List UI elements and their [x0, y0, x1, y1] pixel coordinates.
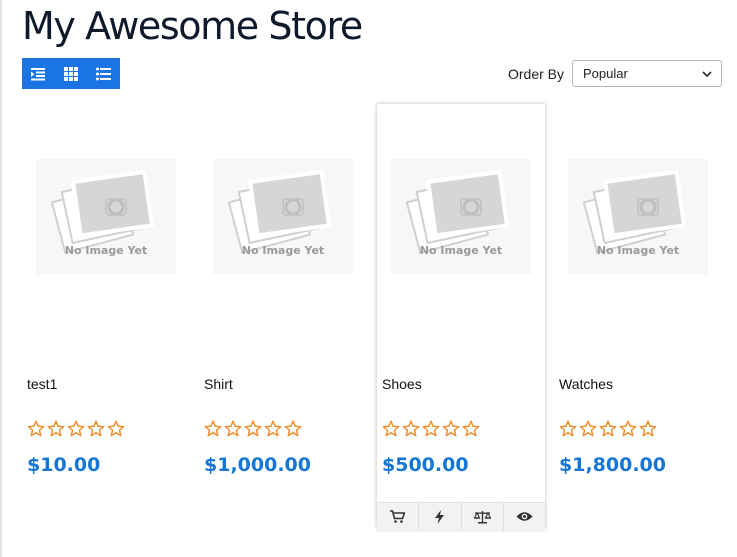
star-icon	[107, 420, 125, 442]
product-actions	[377, 502, 545, 530]
product-name[interactable]: Shirt	[204, 376, 233, 392]
no-image-text: No Image Yet	[242, 244, 324, 257]
product-image[interactable]: No Image Yet	[568, 159, 708, 274]
product-rating[interactable]	[382, 420, 480, 442]
quick-buy-button[interactable]	[418, 503, 460, 530]
star-icon	[47, 420, 65, 442]
product-rating[interactable]	[204, 420, 302, 442]
eye-icon	[516, 511, 533, 522]
bolt-icon	[435, 509, 445, 524]
order-by-control: Order By Popular	[508, 60, 722, 87]
star-icon	[204, 420, 222, 442]
product-card[interactable]: No Image Yet Shirt $1,000.00	[199, 104, 367, 529]
no-image-text: No Image Yet	[420, 244, 502, 257]
star-icon	[442, 420, 460, 442]
order-by-selected-value: Popular	[583, 66, 628, 81]
product-name[interactable]: Shoes	[382, 376, 422, 392]
product-image[interactable]: No Image Yet	[391, 159, 531, 274]
star-icon	[599, 420, 617, 442]
compare-button[interactable]	[460, 503, 503, 530]
store-title: My Awesome Store	[22, 4, 363, 48]
grid-view-button[interactable]	[58, 61, 84, 87]
star-icon	[27, 420, 45, 442]
product-rating[interactable]	[27, 420, 125, 442]
star-icon	[619, 420, 637, 442]
no-image-text: No Image Yet	[597, 244, 679, 257]
product-image[interactable]: No Image Yet	[213, 159, 353, 274]
star-icon	[639, 420, 657, 442]
product-card[interactable]: No Image Yet Shoes $500.00	[377, 104, 545, 530]
view-toggle-group	[22, 58, 120, 89]
product-price: $500.00	[382, 454, 469, 476]
no-image-text: No Image Yet	[65, 244, 147, 257]
product-card[interactable]: No Image Yet Watches $1,800.00	[554, 104, 722, 529]
product-name[interactable]: Watches	[559, 376, 613, 392]
product-rating[interactable]	[559, 420, 657, 442]
star-icon	[67, 420, 85, 442]
order-by-label: Order By	[507, 65, 564, 82]
product-card[interactable]: No Image Yet test1 $10.00	[22, 104, 190, 529]
order-by-select[interactable]: Popular	[572, 60, 722, 87]
star-icon	[462, 420, 480, 442]
star-icon	[264, 420, 282, 442]
star-icon	[579, 420, 597, 442]
cart-icon	[390, 510, 406, 523]
compare-scale-icon	[473, 510, 491, 524]
star-icon	[244, 420, 262, 442]
page-left-border	[0, 0, 2, 557]
chevron-down-icon	[702, 70, 712, 77]
add-to-cart-button[interactable]	[377, 503, 418, 530]
product-image[interactable]: No Image Yet	[36, 159, 176, 274]
grid-icon	[63, 66, 78, 81]
star-icon	[422, 420, 440, 442]
list-icon	[96, 67, 112, 80]
star-icon	[224, 420, 242, 442]
product-price: $1,000.00	[204, 454, 311, 476]
star-icon	[559, 420, 577, 442]
quick-view-button[interactable]	[502, 503, 545, 530]
star-icon	[87, 420, 105, 442]
product-name[interactable]: test1	[27, 376, 57, 392]
product-price: $10.00	[27, 454, 101, 476]
star-icon	[382, 420, 400, 442]
star-icon	[284, 420, 302, 442]
indent-list-icon	[31, 67, 46, 80]
star-icon	[402, 420, 420, 442]
list-view-button[interactable]	[91, 61, 117, 87]
product-price: $1,800.00	[559, 454, 666, 476]
indent-list-view-button[interactable]	[25, 61, 51, 87]
